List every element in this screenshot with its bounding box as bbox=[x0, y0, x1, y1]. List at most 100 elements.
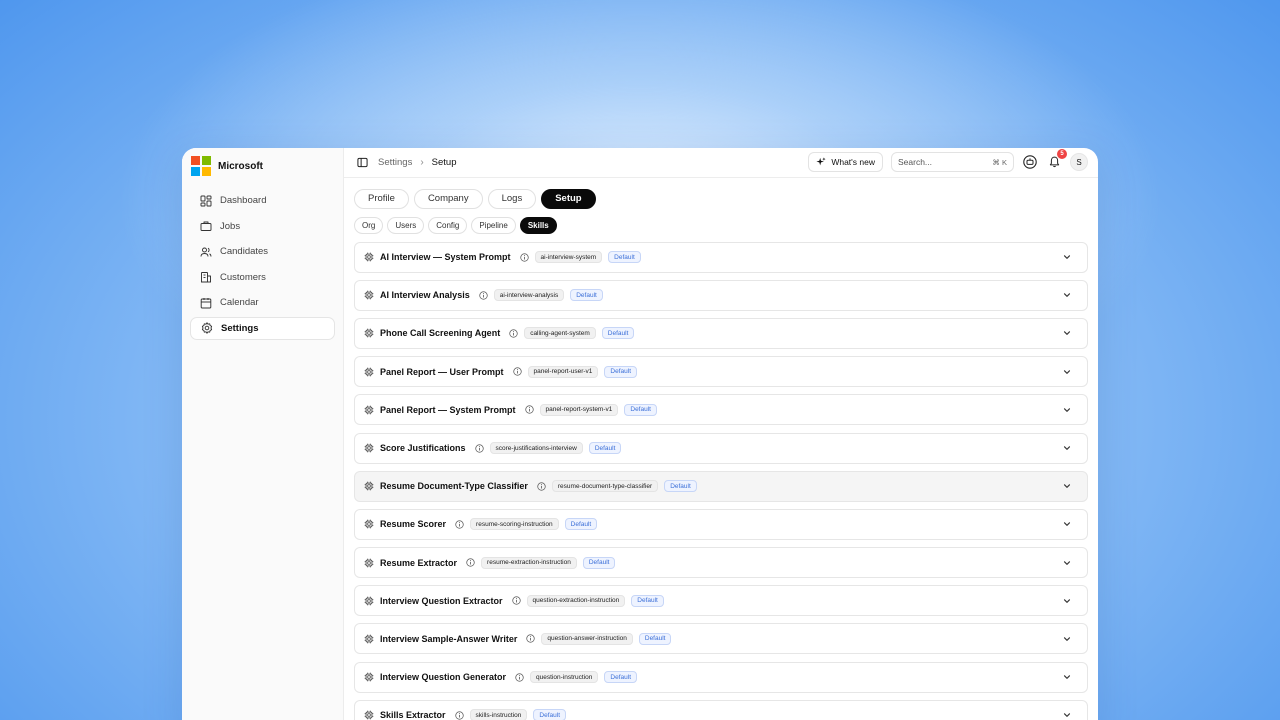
default-badge: Default bbox=[601, 327, 635, 340]
chevron-down-icon[interactable] bbox=[1062, 634, 1072, 644]
chevron-down-icon[interactable] bbox=[1062, 328, 1072, 338]
skill-key-chip: question-extraction-instruction bbox=[526, 594, 626, 607]
chevron-down-icon[interactable] bbox=[1062, 252, 1072, 262]
cpu-chip-icon bbox=[364, 596, 374, 606]
settings-tabs: Profile Company Logs Setup bbox=[354, 188, 1088, 209]
chevron-down-icon[interactable] bbox=[1062, 710, 1072, 720]
cpu-chip-icon bbox=[364, 520, 374, 529]
default-badge: Default bbox=[570, 289, 603, 302]
info-icon[interactable] bbox=[515, 672, 524, 682]
skill-key-chip: question-instruction bbox=[530, 671, 599, 684]
tab-company[interactable]: Company bbox=[413, 188, 483, 209]
default-badge: Default bbox=[631, 594, 664, 607]
search-placeholder: Search... bbox=[898, 157, 933, 168]
sidebar-item-settings[interactable]: Settings bbox=[190, 316, 335, 340]
info-icon[interactable] bbox=[511, 596, 521, 605]
tab-setup[interactable]: Setup bbox=[541, 188, 596, 209]
sidebar-item-candidates[interactable]: Candidates bbox=[190, 240, 335, 263]
skill-row[interactable]: Interview Sample-Answer Writer question-… bbox=[354, 623, 1088, 655]
info-icon[interactable] bbox=[526, 634, 536, 644]
default-badge: Default bbox=[564, 518, 598, 531]
skill-title: Panel Report — System Prompt bbox=[380, 404, 516, 415]
briefcase-icon bbox=[200, 221, 212, 231]
sidebar-item-jobs[interactable]: Jobs bbox=[190, 215, 335, 238]
subtab-skills[interactable]: Skills bbox=[519, 216, 557, 234]
info-icon[interactable] bbox=[512, 367, 522, 376]
info-icon[interactable] bbox=[509, 329, 518, 338]
chevron-down-icon[interactable] bbox=[1062, 443, 1072, 453]
user-avatar[interactable]: S bbox=[1070, 153, 1088, 172]
skill-row[interactable]: Interview Question Generator question-in… bbox=[354, 661, 1088, 693]
skill-key-chip: question-answer-instruction bbox=[541, 632, 633, 645]
skill-row[interactable]: Resume Extractor resume-extraction-instr… bbox=[354, 547, 1088, 579]
subtab-pipeline[interactable]: Pipeline bbox=[471, 216, 516, 234]
skill-row[interactable]: Phone Call Screening Agent calling-agent… bbox=[354, 317, 1088, 349]
skill-row[interactable]: Score Justifications score-justification… bbox=[354, 432, 1088, 464]
info-icon[interactable] bbox=[455, 520, 464, 529]
chevron-down-icon[interactable] bbox=[1062, 519, 1072, 529]
subtab-users[interactable]: Users bbox=[387, 216, 425, 234]
skill-title: Phone Call Screening Agent bbox=[380, 328, 501, 339]
chevron-down-icon[interactable] bbox=[1062, 596, 1072, 606]
skill-row[interactable]: AI Interview Analysis ai-interview-analy… bbox=[354, 279, 1088, 311]
breadcrumb-settings[interactable]: Settings bbox=[378, 157, 412, 168]
tab-logs[interactable]: Logs bbox=[487, 188, 537, 209]
info-icon[interactable] bbox=[474, 443, 484, 453]
sidebar-item-label: Jobs bbox=[220, 220, 241, 232]
default-badge: Default bbox=[638, 632, 672, 645]
breadcrumb-setup: Setup bbox=[431, 156, 457, 168]
skill-title: AI Interview — System Prompt bbox=[380, 252, 511, 263]
info-icon[interactable] bbox=[519, 252, 529, 262]
chevron-down-icon[interactable] bbox=[1062, 672, 1072, 682]
sidebar-item-customers[interactable]: Customers bbox=[190, 266, 335, 289]
logo-red-square bbox=[191, 156, 200, 165]
topbar: Settings › Setup What's new Search... ⌘ … bbox=[344, 148, 1098, 178]
skill-row[interactable]: Resume Document-Type Classifier resume-d… bbox=[354, 470, 1088, 502]
whats-new-button[interactable]: What's new bbox=[808, 152, 883, 173]
sidebar-item-calendar[interactable]: Calendar bbox=[190, 291, 335, 314]
brand-name: Microsoft bbox=[218, 160, 263, 172]
cpu-chip-icon bbox=[364, 405, 374, 415]
gear-icon bbox=[201, 322, 213, 334]
cpu-chip-icon bbox=[364, 634, 374, 644]
sidebar-toggle-icon[interactable] bbox=[354, 154, 370, 170]
skill-row[interactable]: Panel Report — User Prompt panel-report-… bbox=[354, 356, 1088, 388]
assistant-bot-icon[interactable] bbox=[1022, 154, 1038, 170]
microsoft-logo-icon bbox=[191, 156, 211, 176]
skill-key-chip: skills-instruction bbox=[469, 709, 528, 720]
dashboard-icon bbox=[200, 195, 212, 206]
chevron-right-icon: › bbox=[420, 156, 424, 168]
chevron-down-icon[interactable] bbox=[1062, 558, 1072, 568]
chevron-down-icon[interactable] bbox=[1062, 481, 1072, 491]
skill-row[interactable]: Interview Question Extractor question-ex… bbox=[354, 585, 1088, 617]
subtab-org[interactable]: Org bbox=[354, 216, 384, 234]
chevron-down-icon[interactable] bbox=[1062, 290, 1072, 300]
skill-title: AI Interview Analysis bbox=[380, 290, 470, 301]
search-input[interactable]: Search... ⌘ K bbox=[891, 152, 1014, 173]
info-icon[interactable] bbox=[479, 291, 488, 300]
skill-key-chip: calling-agent-system bbox=[524, 327, 596, 340]
skill-title: Resume Document-Type Classifier bbox=[380, 481, 528, 492]
cpu-chip-icon bbox=[364, 710, 374, 720]
info-icon[interactable] bbox=[524, 405, 534, 414]
skill-row[interactable]: AI Interview — System Prompt ai-intervie… bbox=[354, 241, 1088, 273]
default-badge: Default bbox=[664, 480, 697, 493]
building-icon bbox=[201, 272, 211, 283]
skill-row[interactable]: Skills Extractor skills-instruction Defa… bbox=[354, 699, 1088, 720]
info-icon[interactable] bbox=[466, 558, 475, 567]
skill-key-chip: panel-report-user-v1 bbox=[527, 365, 599, 378]
info-icon[interactable] bbox=[537, 482, 546, 491]
tab-profile[interactable]: Profile bbox=[354, 188, 409, 209]
logo-yellow-square bbox=[202, 167, 211, 176]
skill-key-chip: ai-interview-analysis bbox=[493, 289, 565, 302]
chevron-down-icon[interactable] bbox=[1062, 367, 1072, 377]
skill-row[interactable]: Resume Scorer resume-scoring-instruction… bbox=[354, 508, 1088, 540]
logo-blue-square bbox=[191, 167, 200, 176]
brand[interactable]: Microsoft bbox=[190, 156, 335, 176]
skill-row[interactable]: Panel Report — System Prompt panel-repor… bbox=[354, 394, 1088, 426]
info-icon[interactable] bbox=[454, 711, 464, 720]
chevron-down-icon[interactable] bbox=[1062, 405, 1072, 415]
sidebar-item-dashboard[interactable]: Dashboard bbox=[190, 189, 335, 212]
notification-bell-icon[interactable]: 5 bbox=[1046, 149, 1067, 170]
subtab-config[interactable]: Config bbox=[428, 216, 468, 234]
